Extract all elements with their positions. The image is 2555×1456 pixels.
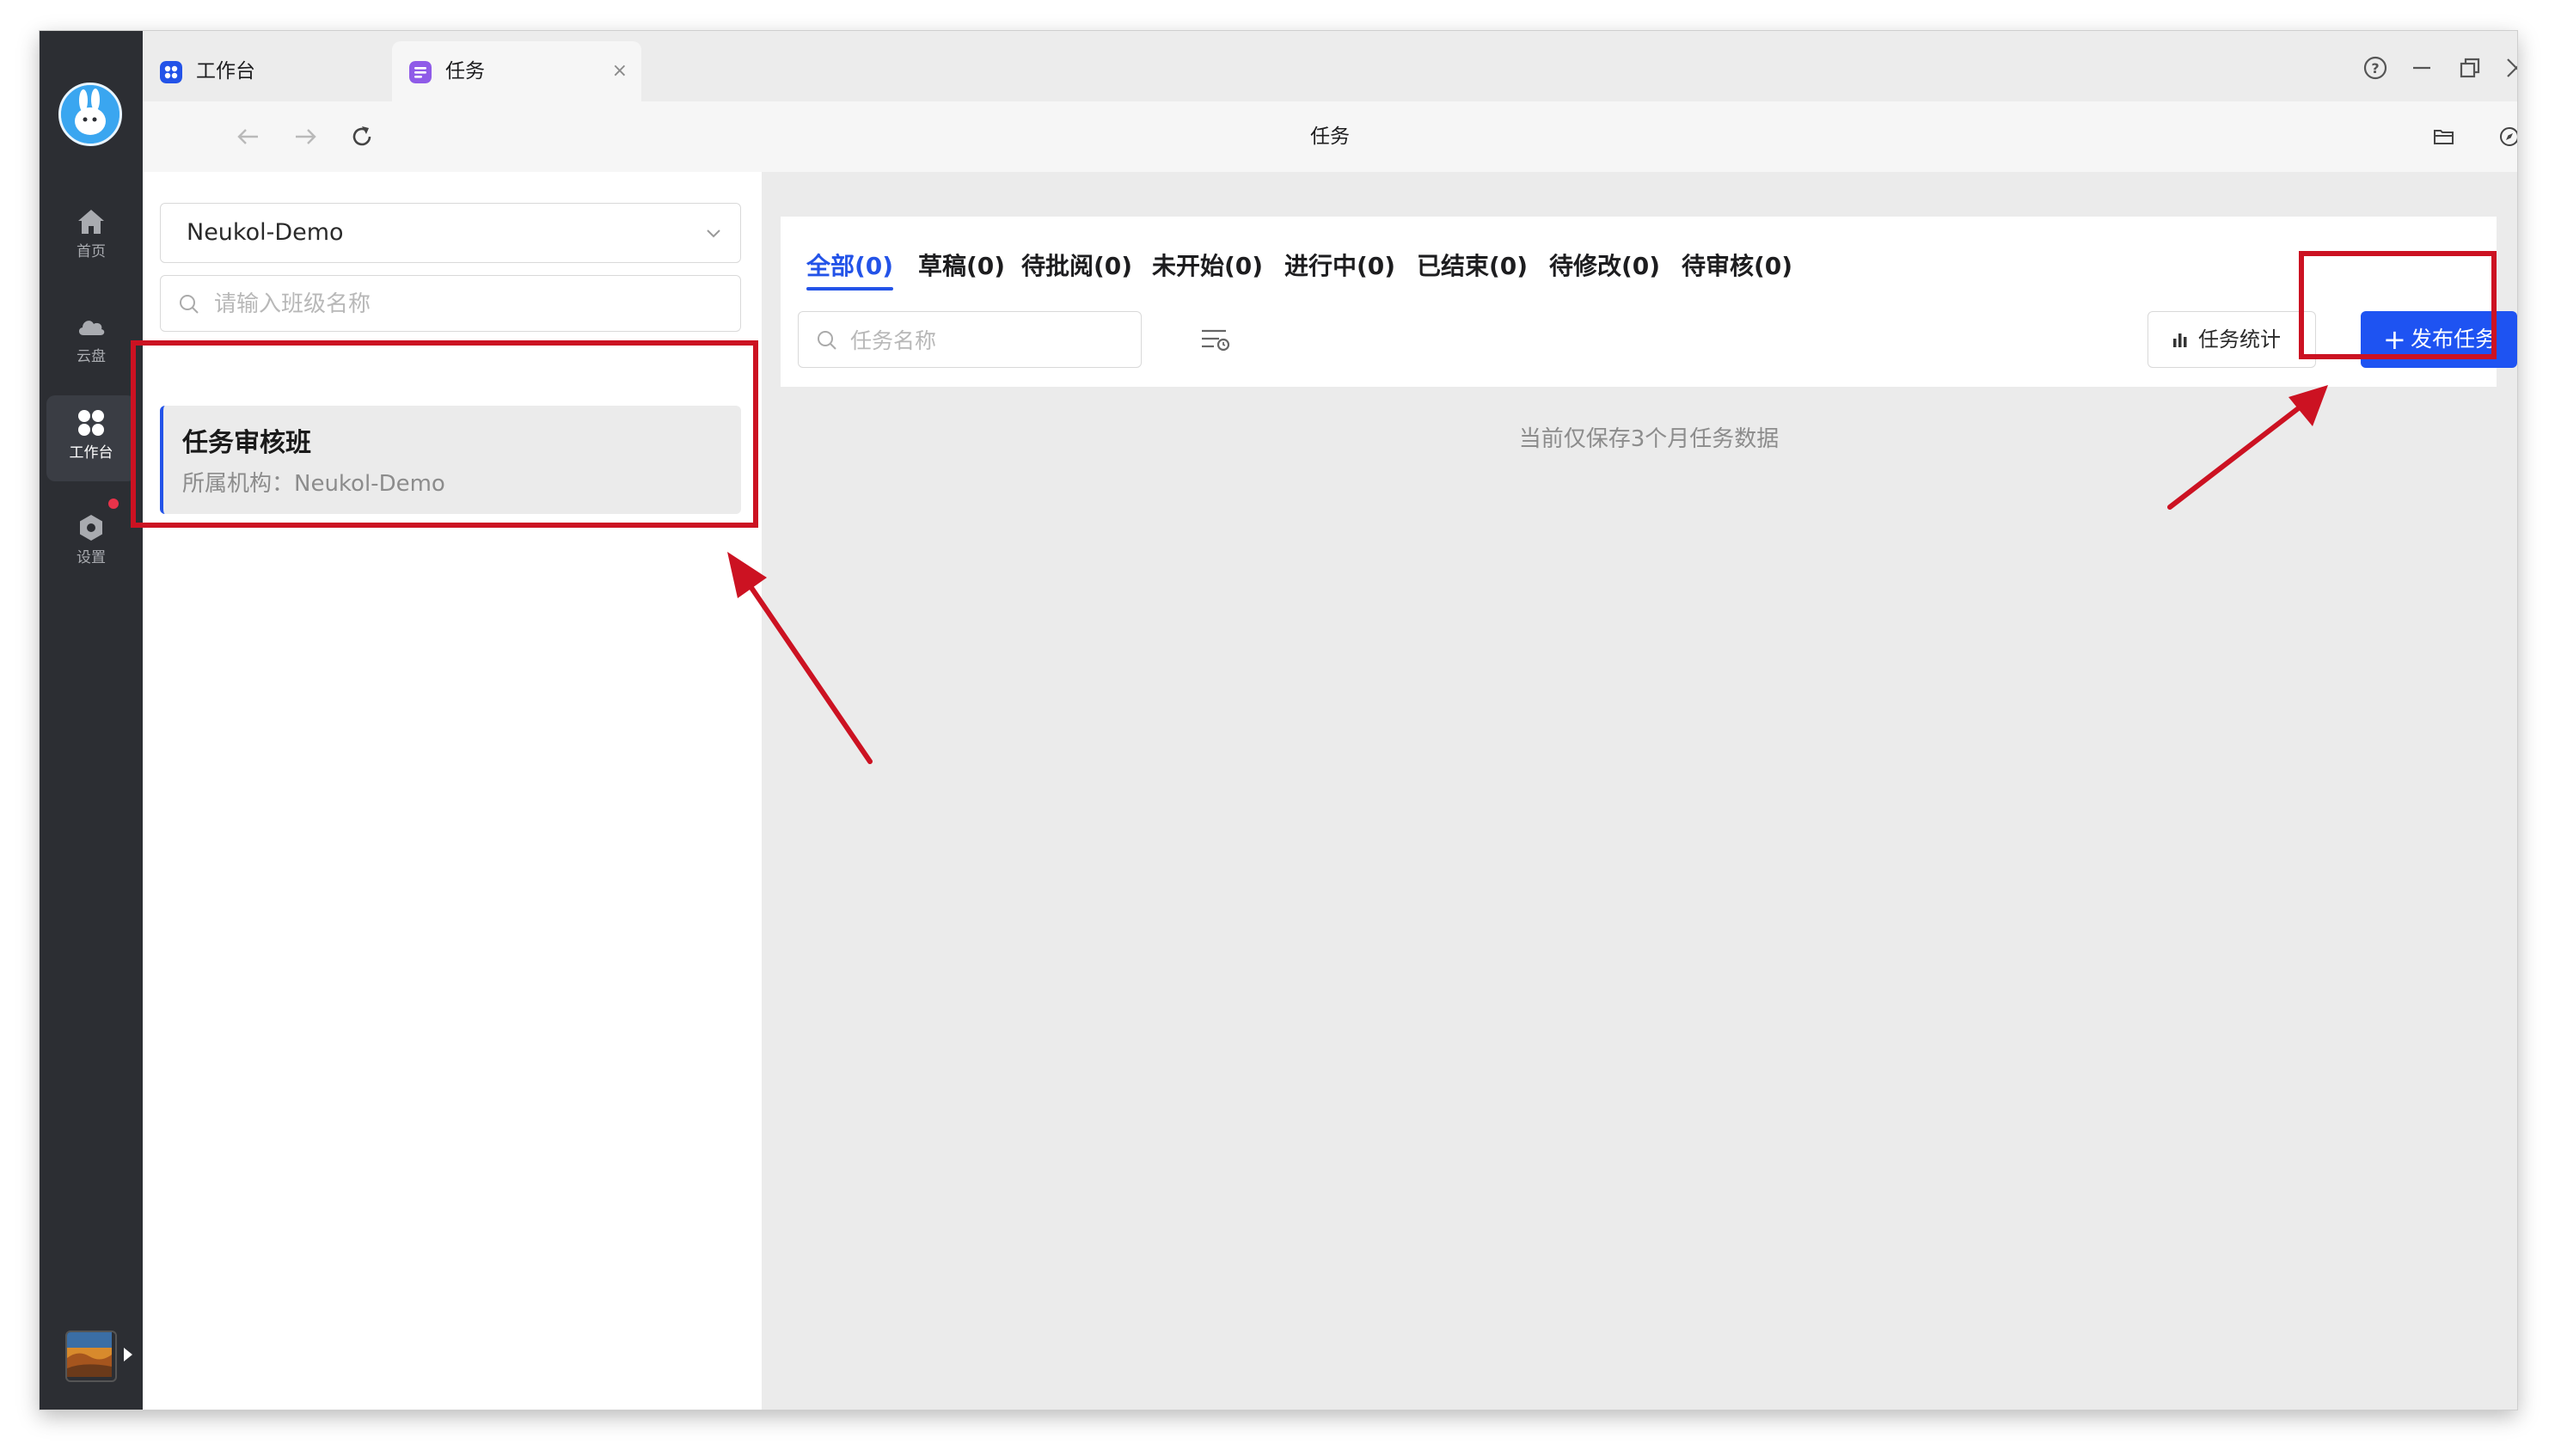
task-panel: 全部(0) 草稿(0) 待批阅(0) 未开始(0) 进行中(0) 已结束(0) … <box>781 172 2517 1410</box>
filter-icon[interactable] <box>1200 327 1231 354</box>
search-icon <box>180 295 199 314</box>
left-rail: 首页 云盘 工作台 设置 <box>40 31 143 1410</box>
tab-ended[interactable]: 已结束(0) <box>1417 248 1528 291</box>
nav-toolbar: 任务 <box>143 101 2517 172</box>
bar-chart-icon <box>2173 333 2187 347</box>
tab-workbench[interactable]: 工作台 <box>143 41 392 101</box>
workbench-icon <box>160 61 182 83</box>
close-window-icon[interactable] <box>2503 55 2517 81</box>
chevron-down-icon <box>707 229 720 238</box>
tab-in-progress[interactable]: 进行中(0) <box>1284 248 1395 291</box>
app-logo[interactable] <box>58 83 122 146</box>
folder-icon[interactable] <box>2431 124 2457 150</box>
notification-dot <box>108 499 119 509</box>
forward-arrow-icon[interactable] <box>291 122 320 151</box>
restore-icon[interactable] <box>2457 55 2483 81</box>
filter-card: 全部(0) 草稿(0) 待批阅(0) 未开始(0) 进行中(0) 已结束(0) … <box>781 217 2517 387</box>
tab-pending-review[interactable]: 待审核(0) <box>1682 248 1792 291</box>
tab-close-button[interactable]: × <box>612 41 628 101</box>
class-search-box <box>160 275 741 333</box>
cloud-icon <box>78 321 105 335</box>
tab-all[interactable]: 全部(0) <box>806 248 894 291</box>
app-window: 首页 云盘 工作台 设置 工作台 任务 × ? 任务 Neukol-Demo 请… <box>40 31 2517 1410</box>
settings-hex-icon <box>80 515 102 541</box>
user-avatar[interactable] <box>65 1331 117 1382</box>
rail-label-cloud: 云盘 <box>77 348 106 365</box>
compass-icon[interactable] <box>2497 124 2517 150</box>
rail-item-settings[interactable]: 设置 <box>46 500 136 586</box>
home-icon <box>78 210 104 234</box>
rail-label-workbench: 工作台 <box>69 444 113 462</box>
task-stats-label: 任务统计 <box>2198 327 2281 352</box>
tab-workbench-label: 工作台 <box>196 60 255 83</box>
highlight-box-class <box>131 340 758 528</box>
rail-label-settings: 设置 <box>77 549 106 566</box>
help-icon[interactable]: ? <box>2362 55 2388 81</box>
task-search-input[interactable] <box>849 312 1136 369</box>
rail-label-home: 首页 <box>77 243 106 260</box>
tab-bar: 工作台 任务 × ? <box>143 31 2517 102</box>
expand-arrow-icon[interactable] <box>122 1346 134 1363</box>
task-search-box <box>798 311 1142 369</box>
svg-text:?: ? <box>2371 60 2379 76</box>
search-icon <box>818 331 836 350</box>
retention-notice: 当前仅保存3个月任务数据 <box>1518 426 1780 452</box>
highlight-box-publish <box>2299 251 2497 359</box>
tab-draft[interactable]: 草稿(0) <box>918 248 1005 291</box>
org-select-value: Neukol-Demo <box>187 219 344 246</box>
rail-item-home[interactable]: 首页 <box>46 194 136 280</box>
tab-not-started[interactable]: 未开始(0) <box>1152 248 1263 291</box>
page-title: 任务 <box>1310 125 1350 148</box>
rail-item-workbench[interactable]: 工作台 <box>46 395 136 481</box>
tab-task-label: 任务 <box>445 60 485 83</box>
tab-pending-revision[interactable]: 待修改(0) <box>1549 248 1660 291</box>
refresh-icon[interactable] <box>347 122 377 151</box>
tab-task[interactable]: 任务 × <box>392 41 641 101</box>
class-search-input[interactable] <box>212 276 723 333</box>
grid-icon <box>78 410 104 436</box>
tab-pending-grade[interactable]: 待批阅(0) <box>1021 248 1132 291</box>
back-arrow-icon[interactable] <box>234 122 263 151</box>
task-icon <box>409 61 432 83</box>
minimize-icon[interactable] <box>2409 55 2435 81</box>
rail-item-cloud[interactable]: 云盘 <box>46 299 136 385</box>
org-select[interactable]: Neukol-Demo <box>160 203 741 263</box>
task-stats-button[interactable]: 任务统计 <box>2148 311 2316 368</box>
